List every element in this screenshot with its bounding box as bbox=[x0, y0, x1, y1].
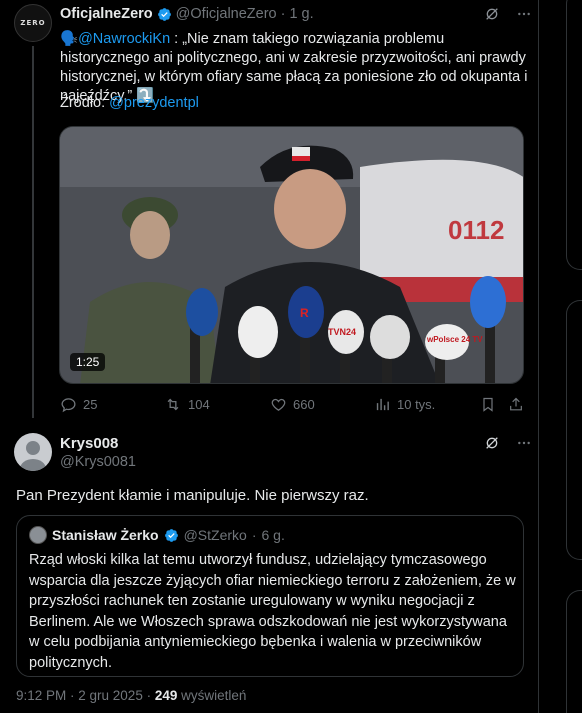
views-label: wyświetleń bbox=[181, 688, 247, 703]
tweet-meta: 9:12 PM · 2 gru 2025 · 249 wyświetleń bbox=[16, 688, 246, 703]
avatar[interactable]: ZERO bbox=[14, 4, 52, 42]
quoted-tweet[interactable]: Stanisław Żerko @StZerko · 6 g. Rząd wło… bbox=[16, 515, 524, 677]
quoted-tweet-text: Rząd włoski kilka lat temu utworzył fund… bbox=[29, 552, 516, 671]
video-duration: 1:25 bbox=[70, 353, 106, 371]
sidebar-card[interactable] bbox=[566, 590, 582, 713]
quoted-tweet-time: 6 g. bbox=[261, 527, 285, 543]
more-options-icon[interactable] bbox=[516, 6, 532, 22]
mic-label: wPolsce 24 TV bbox=[426, 335, 483, 344]
video-player[interactable]: 0112 R TVN24 wPolsce 24 TV 1:25 bbox=[59, 126, 524, 384]
share-icon bbox=[508, 396, 524, 413]
verified-badge-icon bbox=[157, 7, 172, 22]
views-chart-icon bbox=[374, 396, 391, 413]
tweet-actions: 25 104 660 10 tys. bbox=[58, 396, 528, 416]
source-label: Źródło: bbox=[60, 95, 106, 111]
bookmark-icon bbox=[480, 396, 496, 413]
reply-button[interactable]: 25 bbox=[60, 396, 97, 413]
tweet-timestamp[interactable]: 9:12 PM · 2 gru 2025 · bbox=[16, 688, 151, 703]
grok-icon[interactable] bbox=[484, 6, 500, 22]
repost-icon bbox=[164, 396, 182, 413]
separator-dot: · bbox=[280, 6, 286, 22]
quoted-author-handle: @StZerko bbox=[183, 527, 247, 543]
verified-badge-icon bbox=[164, 528, 179, 543]
mic-label: R bbox=[300, 306, 309, 320]
thread-connector-line bbox=[32, 46, 34, 418]
plane-number: 0112 bbox=[448, 215, 504, 245]
reply-icon bbox=[60, 396, 77, 413]
like-button[interactable]: 660 bbox=[270, 396, 315, 413]
views-count: 249 bbox=[154, 688, 178, 703]
sidebar-card[interactable] bbox=[566, 0, 582, 270]
repost-button[interactable]: 104 bbox=[164, 396, 210, 413]
right-sidebar-edge bbox=[566, 0, 582, 713]
column-divider bbox=[538, 0, 539, 713]
bookmark-button[interactable] bbox=[480, 396, 496, 413]
speech-emoji: 🗣️ bbox=[60, 31, 79, 47]
mention-link[interactable]: @NawrockiKn bbox=[78, 31, 170, 47]
author-handle[interactable]: @OficjalneZero bbox=[176, 6, 277, 22]
sidebar-card[interactable] bbox=[566, 300, 582, 560]
views-button[interactable]: 10 tys. bbox=[374, 396, 435, 413]
author-name[interactable]: OficjalneZero bbox=[60, 6, 153, 22]
tweet-header-actions bbox=[484, 6, 532, 22]
reply-tweet[interactable]: Krys008 @Krys0081 Pan Prezydent kłamie i… bbox=[0, 425, 538, 713]
grok-icon[interactable] bbox=[484, 435, 500, 451]
avatar[interactable] bbox=[14, 433, 52, 471]
share-button[interactable] bbox=[508, 396, 524, 413]
source-link[interactable]: @prezydentpl bbox=[109, 95, 199, 111]
parent-tweet[interactable]: ZERO OficjalneZero @OficjalneZero · 1 g.… bbox=[0, 0, 538, 425]
repost-count: 104 bbox=[188, 397, 210, 412]
separator-dot: · bbox=[251, 527, 257, 543]
avatar bbox=[29, 526, 47, 544]
default-avatar-icon bbox=[20, 441, 46, 471]
video-frame: 0112 R TVN24 wPolsce 24 TV bbox=[60, 127, 523, 383]
reply-count: 25 bbox=[83, 397, 98, 412]
tweet-text: Pan Prezydent kłamie i manipuluje. Nie p… bbox=[16, 487, 369, 504]
mic-label: TVN24 bbox=[328, 327, 356, 337]
like-count: 660 bbox=[293, 397, 315, 412]
more-options-icon[interactable] bbox=[516, 435, 532, 451]
quoted-tweet-header: Stanisław Żerko @StZerko · 6 g. bbox=[29, 526, 285, 544]
tweet-header: OficjalneZero @OficjalneZero · 1 g. bbox=[60, 6, 314, 22]
views-count: 10 tys. bbox=[397, 397, 436, 412]
tweet-header-actions bbox=[484, 435, 532, 451]
heart-icon bbox=[270, 396, 287, 413]
tweet-source: Źródło: @prezydentpl bbox=[60, 95, 199, 111]
tweet-time[interactable]: 1 g. bbox=[289, 6, 313, 22]
quoted-author-name: Stanisław Żerko bbox=[52, 527, 159, 543]
author-name[interactable]: Krys008 bbox=[60, 435, 118, 452]
author-handle[interactable]: @Krys0081 bbox=[60, 454, 136, 470]
